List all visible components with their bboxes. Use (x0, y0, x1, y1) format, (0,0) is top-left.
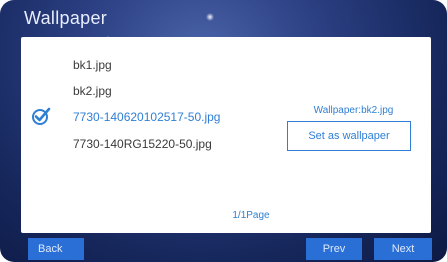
file-item-bk1[interactable]: bk1.jpg (73, 58, 112, 72)
file-item-bk2[interactable]: bk2.jpg (73, 84, 112, 98)
file-panel: bk1.jpg bk2.jpg 7730-140620102517-50.jpg… (21, 37, 431, 233)
back-button[interactable]: Back (28, 238, 84, 260)
file-item-7730-140620102517[interactable]: 7730-140620102517-50.jpg (73, 110, 220, 124)
current-wallpaper-label: Wallpaper:bk2.jpg (313, 105, 394, 116)
prev-button[interactable]: Prev (306, 238, 362, 260)
device-screen: Wallpaper bk1.jpg bk2.jpg 7730-140620102… (0, 0, 447, 262)
next-button[interactable]: Next (374, 238, 432, 260)
set-as-wallpaper-button[interactable]: Set as wallpaper (287, 121, 411, 151)
page-title: Wallpaper (24, 8, 108, 28)
checkmark-circle-icon (32, 107, 51, 125)
file-item-7730-140RG15220[interactable]: 7730-140RG15220-50.jpg (73, 137, 212, 151)
page-indicator: 1/1Page (232, 210, 270, 221)
